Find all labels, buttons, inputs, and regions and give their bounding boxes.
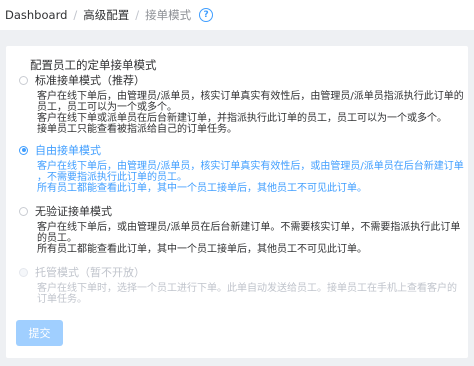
option-standard: 标准接单模式（推荐） 客户在线下单后，由管理员/派单员，核实订单真实有效性后，由… [18, 73, 464, 135]
breadcrumb-dashboard[interactable]: Dashboard [5, 8, 67, 22]
description-line: 客户在线下单后，由管理员/派单员，核实订单真实有效性后，由管理员/派单员指派执行… [37, 91, 464, 102]
settings-card: 配置员工的定单接单模式 标准接单模式（推荐） 客户在线下单后，由管理员/派单员，… [6, 46, 468, 358]
submit-button[interactable]: 提交 [16, 320, 63, 346]
description-line: 的员工。 [37, 233, 77, 244]
breadcrumb-advanced-config[interactable]: 高级配置 [83, 7, 129, 23]
option-label: 自由接单模式 [35, 144, 101, 157]
option-description: 客户在线下单时，选择一个员工进行下单。此单自动发送给员工。接单员工在手机上查看客… [37, 283, 458, 305]
radio-circle-checked[interactable] [19, 145, 28, 155]
description-line: 客户在线下单后，或由管理员/派单员在后台新建订单。不需要核实订单，不需要指派执行… [37, 222, 461, 233]
option-free: 自由接单模式 客户在线下单后，由管理员/派单员，核实订单真实有效性后，或由管理员… [18, 143, 464, 194]
radio-circle-disabled [19, 267, 28, 277]
breadcrumb: Dashboard / 高级配置 / 接单模式 ? [0, 0, 474, 30]
option-no-verify: 无验证接单模式 客户在线下单后，或由管理员/派单员在后台新建订单。不需要核实订单… [18, 204, 461, 255]
breadcrumb-current-page: 接单模式 [145, 8, 192, 22]
option-description: 客户在线下单后，或由管理员/派单员在后台新建订单。不需要核实订单，不需要指派执行… [37, 222, 461, 255]
question-circle-icon[interactable]: ? [199, 8, 214, 22]
radio-no-verify-mode[interactable]: 无验证接单模式 [18, 204, 458, 218]
option-label: 托管模式（暂不开放） [35, 266, 145, 279]
option-label: 无验证接单模式 [35, 205, 112, 218]
option-hosted: 托管模式（暂不开放） 客户在线下单时，选择一个员工进行下单。此单自动发送给员工。… [18, 265, 458, 305]
description-line: 客户在线下单时，选择一个员工进行下单。此单自动发送给员工。接单员工在手机上查看客… [37, 283, 457, 294]
breadcrumb-separator: / [135, 8, 140, 22]
option-description: 客户在线下单后，由管理员/派单员，核实订单真实有效性后，或由管理员/派单员在后台… [37, 161, 464, 194]
section-title: 配置员工的定单接单模式 [30, 58, 157, 72]
radio-circle[interactable] [19, 206, 28, 216]
description-line: 客户在线下单或派单员在后台新建订单，并指派执行此订单的员工，员工可以为一个或多个… [37, 113, 447, 124]
radio-circle[interactable] [19, 75, 28, 85]
radio-hosted-mode: 托管模式（暂不开放） [18, 265, 458, 279]
radio-standard-mode[interactable]: 标准接单模式（推荐） [18, 73, 458, 87]
description-line: 客户在线下单后，由管理员/派单员，核实订单真实有效性后，或由管理员/派单员在后台… [37, 161, 464, 172]
option-description: 客户在线下单后，由管理员/派单员，核实订单真实有效性后，由管理员/派单员指派执行… [37, 91, 464, 135]
description-line: 订单任务。 [37, 294, 87, 305]
description-line: 员工，员工可以为一个或多个。 [37, 102, 177, 113]
option-label: 标准接单模式（推荐） [35, 74, 145, 87]
description-line: 所有员工都能查看此订单，其中一个员工接单后，其他员工不可见此订单。 [37, 183, 367, 194]
radio-free-mode[interactable]: 自由接单模式 [18, 143, 458, 157]
description-line: 接单员工只能查看被指派给自己的订单任务。 [37, 124, 237, 135]
breadcrumb-separator: / [73, 8, 78, 22]
description-line: 所有员工都能查看此订单，其中一个员工接单后，其他员工不可见此订单。 [37, 244, 367, 255]
description-line: ，不需要指派执行此订单的员工。 [37, 172, 187, 183]
